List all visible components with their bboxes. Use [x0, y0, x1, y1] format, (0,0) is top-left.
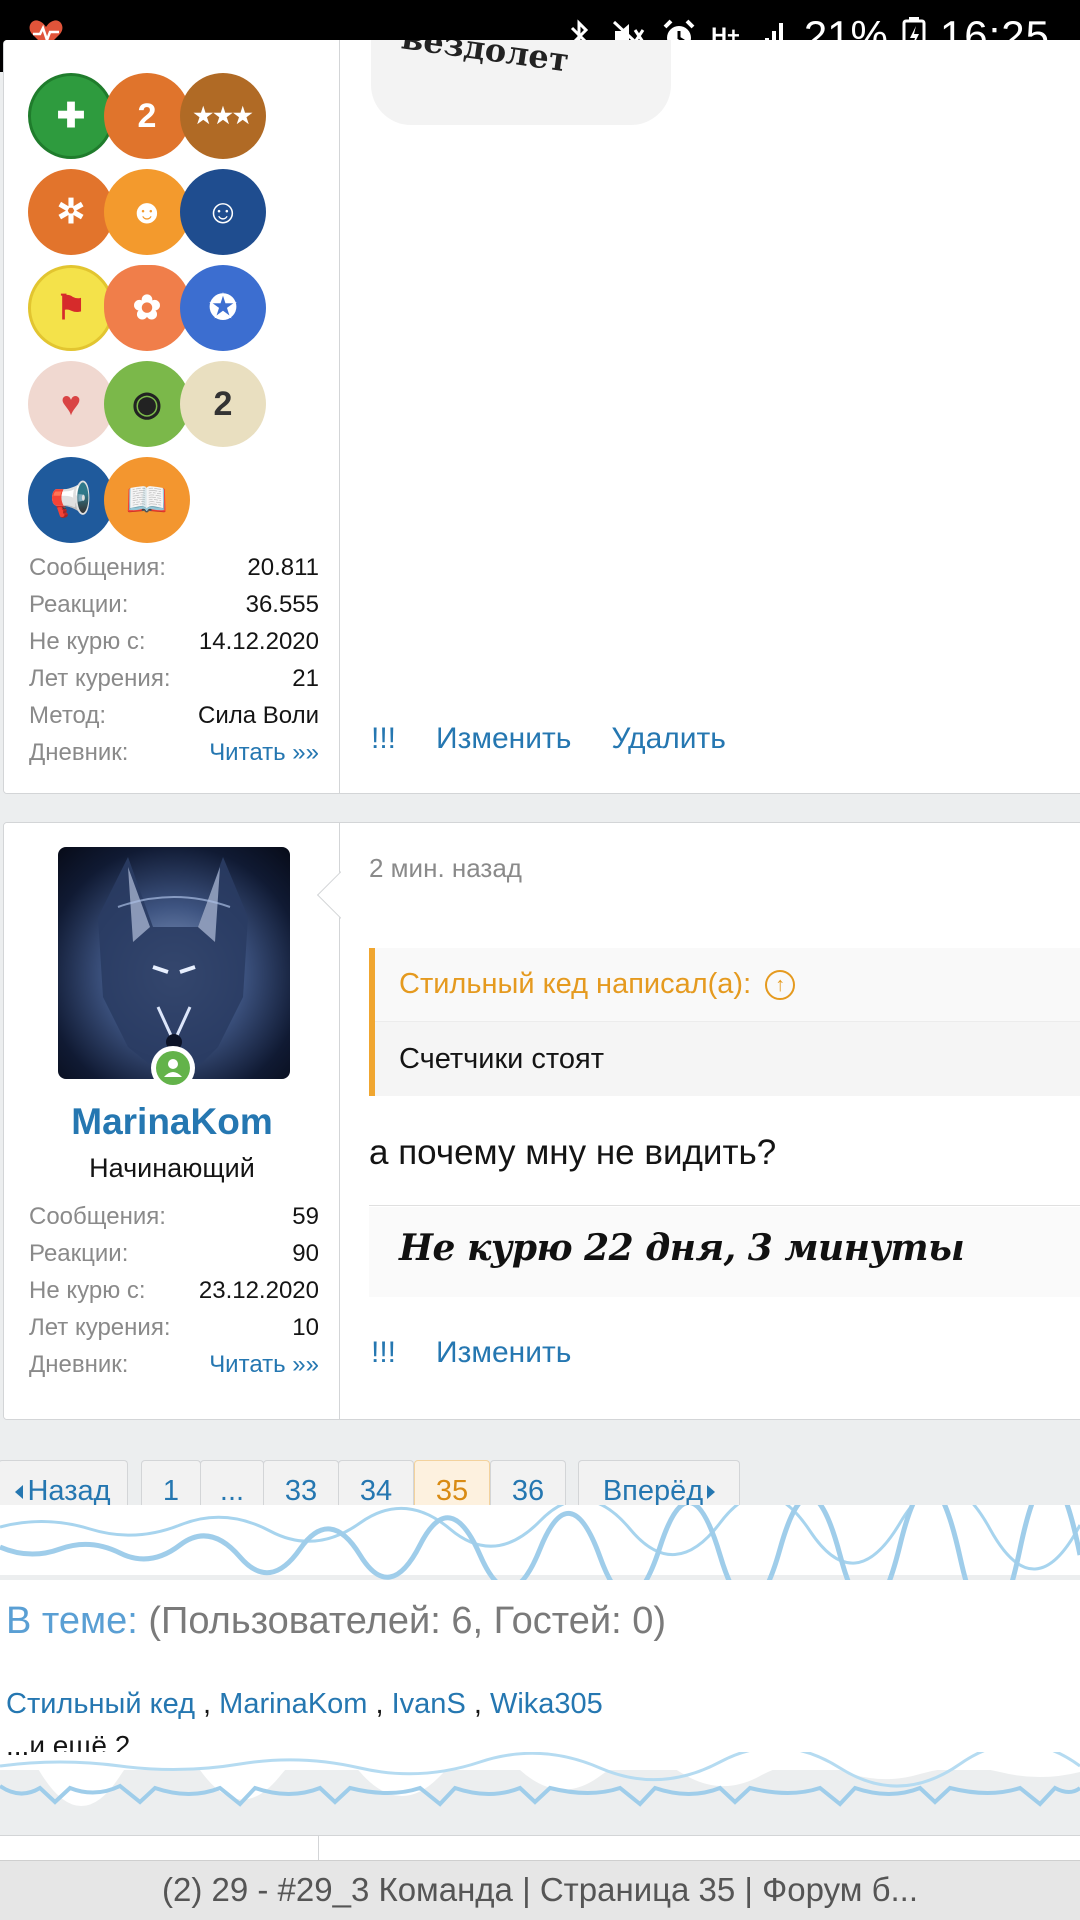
- camera-badge-icon[interactable]: ◉: [104, 361, 190, 447]
- report-button[interactable]: !!!: [371, 1336, 396, 1370]
- forum-post: ✚ 2 ★★★ ✲ ☻ ☺ ⚑ ✿ ✪ ♥ ◉ 2 📢 📖 Сообщения:…: [3, 40, 1080, 794]
- post-user-info: MarinaKom Начинающий Сообщения: 59 Реакци…: [4, 823, 340, 1419]
- flower-2-badge-icon[interactable]: 2: [180, 361, 266, 447]
- next-post-edge: [0, 1835, 1080, 1861]
- quote-block: Стильный кед написал(а): ↑ Счетчики стоя…: [369, 948, 1080, 1096]
- username[interactable]: MarinaKom: [4, 1101, 340, 1143]
- easter-egg-badge-icon[interactable]: ✿: [104, 265, 190, 351]
- megaphone-badge-icon[interactable]: 📢: [28, 457, 114, 543]
- stat-messages: Сообщения: 59: [29, 1203, 319, 1230]
- delete-button[interactable]: Удалить: [611, 722, 726, 756]
- stat-reactions: Реакции: 90: [29, 1240, 319, 1267]
- people-blue-badge-icon[interactable]: ☺: [180, 169, 266, 255]
- medal-badge-icon[interactable]: ⚑: [28, 265, 114, 351]
- stat-diary: Дневник: Читать »»: [29, 734, 319, 771]
- quote-header[interactable]: Стильный кед написал(а): ↑: [375, 948, 1080, 1022]
- viewer-link[interactable]: IvanS: [392, 1688, 466, 1720]
- viewer-link[interactable]: MarinaKom: [219, 1688, 367, 1720]
- stat-messages: Сообщения: 20.811: [29, 554, 319, 581]
- quote-author: Стильный кед написал(а):: [399, 968, 752, 1000]
- edit-button[interactable]: Изменить: [436, 1336, 571, 1370]
- wave-divider: [0, 1752, 1080, 1807]
- stat-reactions: Реакции: 36.555: [29, 591, 319, 618]
- stat-smoking-years: Лет курения: 10: [29, 1314, 319, 1341]
- stat-quit-date: Не курю с: 14.12.2020: [29, 628, 319, 655]
- people-orange-badge-icon[interactable]: ☻: [104, 169, 190, 255]
- online-status-icon: [151, 1046, 195, 1090]
- diary-link[interactable]: Читать »»: [209, 734, 319, 771]
- chevron-right-icon: [707, 1484, 716, 1499]
- stat-smoking-years: Лет курения: 21: [29, 665, 319, 692]
- signature-divider: [369, 1205, 1080, 1206]
- edit-button[interactable]: Изменить: [436, 722, 571, 756]
- stars-badge-icon[interactable]: ★★★: [180, 73, 266, 159]
- quote-text: Счетчики стоят: [399, 1043, 604, 1075]
- signature-image: вездолет: [371, 40, 671, 125]
- diary-link[interactable]: Читать »»: [209, 1346, 319, 1383]
- post-user-info: ✚ 2 ★★★ ✲ ☻ ☺ ⚑ ✿ ✪ ♥ ◉ 2 📢 📖 Сообщения:…: [4, 40, 340, 793]
- viewers-list: Стильный кед , MarinaKom , IvanS , Wika3…: [6, 1688, 603, 1720]
- report-button[interactable]: !!!: [371, 722, 396, 756]
- fitness-badge-icon[interactable]: ✪: [180, 265, 266, 351]
- hands-heart-badge-icon[interactable]: ♥: [28, 361, 114, 447]
- post-actions: !!! Изменить Удалить: [371, 722, 726, 756]
- chevron-left-icon: [15, 1484, 24, 1499]
- ship-wheel-badge-icon[interactable]: ✲: [28, 169, 114, 255]
- viewer-link[interactable]: Wika305: [490, 1688, 603, 1720]
- thread-viewers-title: В теме: (Пользователей: 6, Гостей: 0): [6, 1600, 666, 1642]
- user-title: Начинающий: [89, 1153, 255, 1183]
- ship-wheel-2-badge-icon[interactable]: 2: [104, 73, 190, 159]
- forum-post: MarinaKom Начинающий Сообщения: 59 Реакци…: [3, 822, 1080, 1420]
- wave-divider: [0, 1505, 1080, 1585]
- post-message: 2 мин. назад Стильный кед написал(а): ↑ …: [341, 823, 1080, 1419]
- book-badge-icon[interactable]: 📖: [104, 457, 190, 543]
- post-actions: !!! Изменить: [371, 1336, 571, 1370]
- post-timestamp[interactable]: 2 мин. назад: [369, 853, 522, 884]
- stat-diary: Дневник: Читать »»: [29, 1346, 319, 1383]
- stat-quit-date: Не курю с: 23.12.2020: [29, 1277, 319, 1304]
- first-aid-badge-icon[interactable]: ✚: [28, 73, 114, 159]
- stat-method: Метод: Сила Воли: [29, 702, 319, 729]
- user-stats: Сообщения: 20.811 Реакции: 36.555 Не курю …: [29, 549, 319, 771]
- signature-counter: Не курю 22 дня, 3 минуты: [369, 1207, 1080, 1297]
- viewer-link[interactable]: Стильный кед: [6, 1688, 195, 1720]
- arrow-up-circle-icon[interactable]: ↑: [765, 970, 796, 1000]
- message-body: а почему мну не видить?: [369, 1133, 777, 1172]
- browser-page-title[interactable]: (2) 29 - #29_3 Команда | Страница 35 | Ф…: [0, 1860, 1080, 1920]
- thread-viewers: В теме: (Пользователей: 6, Гостей: 0) Ст…: [0, 1580, 1080, 1770]
- user-stats: Сообщения: 59 Реакции: 90 Не курю с: 23.12.…: [29, 1198, 319, 1383]
- post-message: вездолет !!! Изменить Удалить: [341, 40, 1080, 793]
- avatar[interactable]: [58, 847, 290, 1079]
